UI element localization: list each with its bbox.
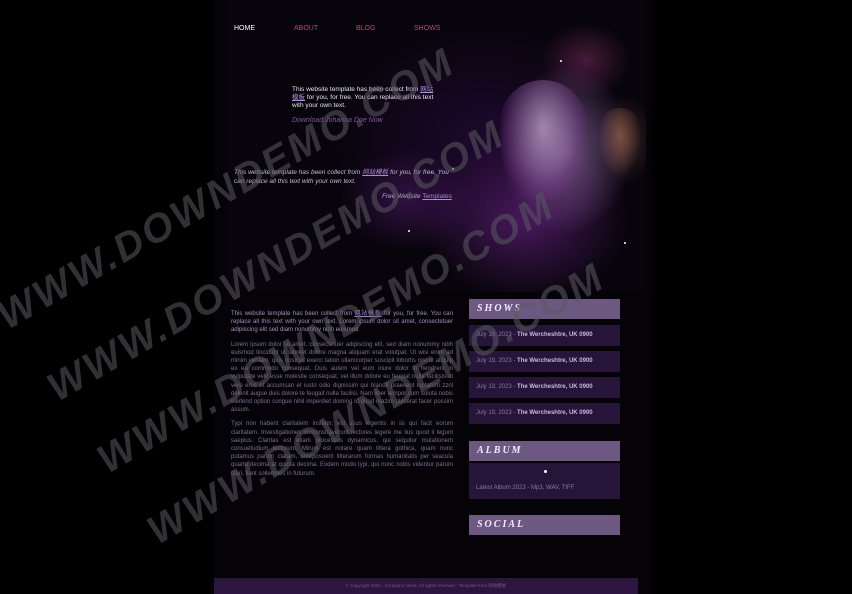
page: HOME ABOUT BLOG SHOWS This website templ… xyxy=(0,0,852,594)
nav-home[interactable]: HOME xyxy=(234,24,294,34)
nav-about[interactable]: ABOUT xyxy=(294,24,356,34)
sparkle xyxy=(408,230,410,232)
show-separator: - xyxy=(513,384,516,390)
nav-blog[interactable]: BLOG xyxy=(356,24,414,34)
social-panel-title: SOCIAL xyxy=(469,515,620,535)
show-venue: The Wercheshtre, UK 0900 xyxy=(517,384,593,390)
sparkle xyxy=(624,242,626,244)
footer: © Copyright 2023 - Company name, All rig… xyxy=(214,578,638,594)
show-venue: The Wercheshtre, UK 0900 xyxy=(517,410,593,416)
show-separator: - xyxy=(513,410,516,416)
show-date: July 19, 2023 xyxy=(476,384,512,390)
show-date: July 19, 2023 xyxy=(476,410,512,416)
show-separator: - xyxy=(513,358,516,364)
album-text: Latest Album 2023 - Mp3, WAV, TIFF xyxy=(476,485,575,491)
show-venue: The Wercheshtre, UK 0900 xyxy=(517,358,593,364)
show-item[interactable]: July 19, 2023 - The Wercheshtre, UK 0900 xyxy=(469,403,620,424)
sparkle xyxy=(560,60,562,62)
album-panel-title: ALBUM xyxy=(469,441,620,461)
nav-shows[interactable]: SHOWS xyxy=(414,24,454,34)
main-nav: HOME ABOUT BLOG SHOWS xyxy=(234,24,454,34)
show-item[interactable]: July 19, 2023 - The Wercheshtre, UK 0900 xyxy=(469,377,620,398)
hero-side-face-image xyxy=(600,108,640,174)
album-cover-dot xyxy=(544,470,547,473)
hero-face-image xyxy=(500,80,586,200)
album-panel[interactable]: Latest Album 2023 - Mp3, WAV, TIFF xyxy=(469,463,620,499)
